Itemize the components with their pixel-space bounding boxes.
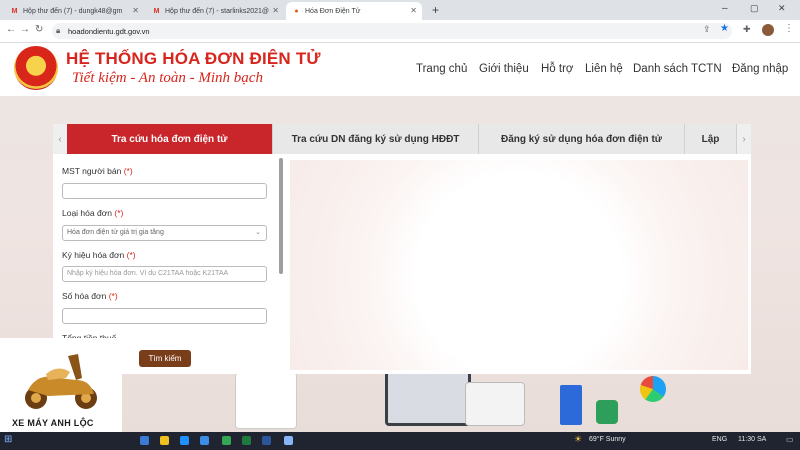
avatar[interactable]	[762, 24, 774, 36]
extensions-icon[interactable]: ✚	[743, 24, 751, 35]
gmail-icon: M	[11, 7, 18, 15]
edge-icon[interactable]	[180, 436, 189, 445]
search-button[interactable]: Tìm kiếm	[139, 350, 191, 367]
windows-start-icon[interactable]: ⊞	[4, 434, 12, 445]
invoice-number-input[interactable]	[62, 308, 267, 324]
chrome-icon[interactable]	[222, 436, 231, 445]
tab-dang-ky[interactable]: Đăng ký sử dụng hóa đơn điện tử	[479, 124, 685, 154]
close-icon[interactable]: ✕	[132, 6, 139, 15]
nav-lien-he[interactable]: Liên hệ	[585, 63, 623, 75]
url-text: hoadondientu.gdt.gov.vn	[68, 26, 150, 36]
store-icon[interactable]	[200, 436, 209, 445]
site-title: HỆ THỐNG HÓA ĐƠN ĐIỆN TỬ	[66, 49, 321, 68]
language-indicator[interactable]: ENG	[712, 436, 727, 443]
close-icon[interactable]: ✕	[272, 6, 279, 15]
browser-tab-gmail-2[interactable]: M Hộp thư đến (7) - starlinks2021@ ✕	[146, 2, 284, 20]
window-close-icon[interactable]: ✕	[778, 3, 786, 14]
bookmark-star-icon[interactable]: ★	[720, 23, 729, 34]
tabs-prev-arrow[interactable]: ‹	[53, 124, 67, 154]
chevron-down-icon: ⌄	[255, 229, 261, 236]
back-icon[interactable]: ←	[6, 24, 16, 35]
word-icon[interactable]	[262, 436, 271, 445]
tabs-next-arrow[interactable]: ›	[737, 124, 751, 154]
excel-icon[interactable]	[242, 436, 251, 445]
weather-text[interactable]: 69°F Sunny	[589, 436, 626, 443]
clock[interactable]: 11:30 SA	[738, 436, 766, 443]
document-illustration	[235, 372, 297, 429]
reload-icon[interactable]: ↻	[35, 24, 43, 35]
report-illustration	[465, 382, 525, 426]
tab-label: Hộp thư đến (7) - starlinks2021@	[165, 7, 270, 15]
tab-label: Hóa Đơn Điện Tử	[305, 7, 361, 15]
symbol-input[interactable]: Nhập ký hiệu hóa đơn. Ví dụ C21TAA hoặc …	[62, 266, 267, 282]
new-tab-button[interactable]: +	[432, 3, 439, 17]
taskbar	[0, 432, 800, 450]
nav-dang-nhap[interactable]: Đăng nhập	[732, 63, 788, 75]
invoice-number-label: Số hóa đơn (*)	[62, 291, 118, 301]
nav-ho-tro[interactable]: Hỗ trợ	[541, 63, 573, 75]
nav-trang-chu[interactable]: Trang chủ	[416, 63, 467, 75]
menu-icon[interactable]: ⋮	[784, 23, 794, 34]
url-bar[interactable]: hoadondientu.gdt.gov.vn	[52, 23, 732, 39]
sun-icon: ☀	[574, 434, 583, 444]
file-explorer-icon[interactable]	[160, 436, 169, 445]
pie-illustration	[640, 376, 666, 402]
tab-tra-cuu-hoa-don[interactable]: Tra cứu hóa đơn điện tử	[67, 124, 273, 154]
form-scrollbar[interactable]	[279, 158, 283, 274]
watermark-text: XE MÁY ANH LỘC	[12, 418, 94, 428]
mst-label: MST người bán (*)	[62, 166, 133, 176]
binder-illustration	[560, 385, 582, 425]
panel-decoration	[290, 160, 748, 370]
share-icon[interactable]: ⇪	[703, 24, 711, 35]
gmail-icon: M	[153, 7, 160, 15]
government-emblem-logo[interactable]	[14, 46, 58, 90]
site-slogan: Tiết kiệm - An toàn - Minh bạch	[72, 70, 263, 86]
scooter-logo-icon	[25, 354, 97, 409]
site-icon: ●	[294, 7, 299, 15]
forward-icon[interactable]: →	[20, 24, 30, 35]
nav-gioi-thieu[interactable]: Giới thiệu	[479, 63, 529, 75]
lock-icon[interactable]: 🔒︎	[56, 26, 60, 36]
laptop-illustration	[385, 370, 471, 426]
browser-tab-active[interactable]: ● Hóa Đơn Điện Tử ✕	[286, 2, 422, 20]
invoice-type-select[interactable]: Hóa đơn điện tử giá trị gia tăng ⌄	[62, 225, 267, 241]
nav-danh-sach-tctn[interactable]: Danh sách TCTN	[633, 63, 722, 75]
notification-icon[interactable]: ▭	[786, 435, 794, 444]
minimize-icon[interactable]: –	[722, 3, 728, 14]
browser-tab-gmail-1[interactable]: M Hộp thư đến (7) - dungk48@gm ✕	[4, 2, 144, 20]
mst-input[interactable]	[62, 183, 267, 199]
symbol-label: Ký hiệu hóa đơn (*)	[62, 250, 136, 260]
tab-lap[interactable]: Lập	[685, 124, 737, 154]
shield-illustration	[596, 400, 618, 424]
invoice-type-label: Loại hóa đơn (*)	[62, 208, 124, 218]
maximize-icon[interactable]: ▢	[750, 3, 759, 14]
taskview-icon[interactable]	[140, 436, 149, 445]
app-icon[interactable]	[284, 436, 293, 445]
tab-label: Hộp thư đến (7) - dungk48@gm	[23, 7, 123, 15]
close-icon[interactable]: ✕	[410, 6, 417, 15]
tab-tra-cuu-dn[interactable]: Tra cứu DN đăng ký sử dụng HĐĐT	[273, 124, 479, 154]
